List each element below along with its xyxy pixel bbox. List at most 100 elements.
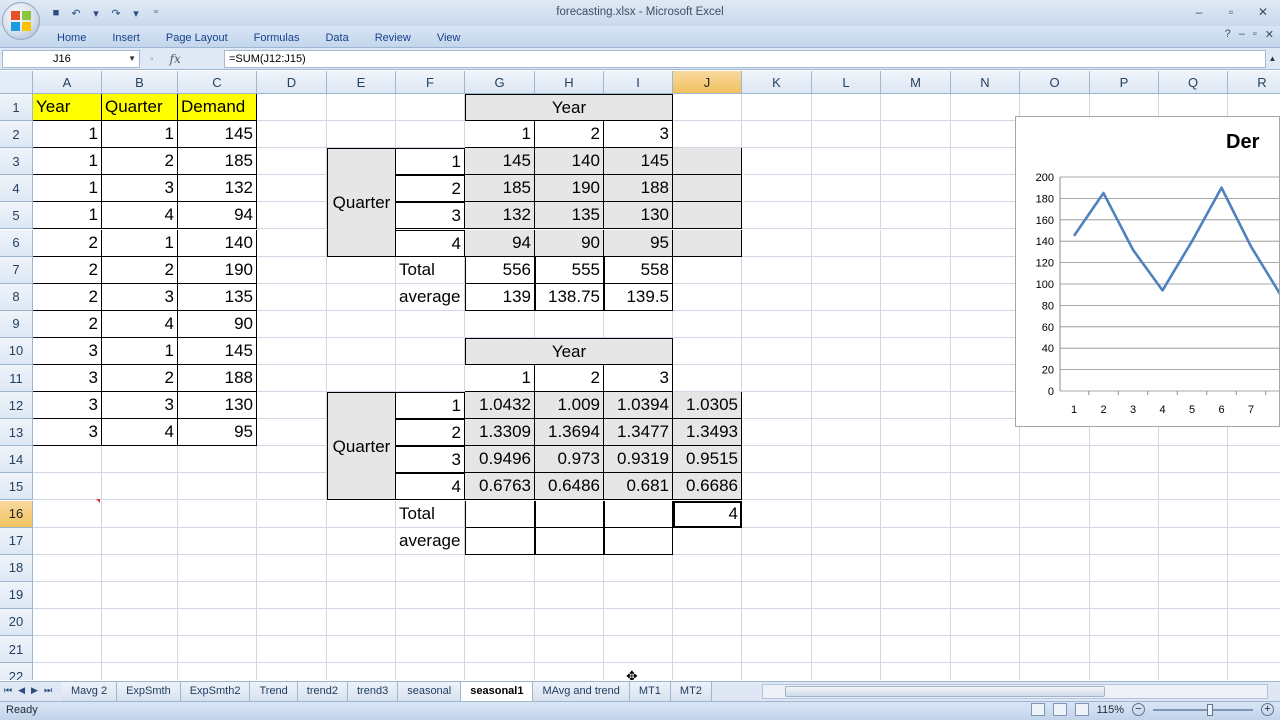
table-header-quarter[interactable]: Quarter (102, 94, 178, 122)
pivot1-empty[interactable] (673, 229, 742, 257)
grid-cell[interactable] (951, 554, 1020, 582)
grid-cell[interactable] (1090, 581, 1159, 609)
grid-cell[interactable] (102, 581, 178, 609)
grid-cell[interactable] (33, 446, 102, 474)
pivot1-year[interactable]: 2 (535, 121, 604, 149)
grid-cell[interactable] (33, 608, 102, 636)
pivot1-value[interactable]: 145 (465, 148, 535, 176)
column-header-k[interactable]: K (742, 71, 812, 94)
grid-cell[interactable] (396, 636, 465, 664)
grid-cell[interactable] (396, 554, 465, 582)
grid-cell[interactable] (396, 337, 465, 365)
grid-cell[interactable] (881, 500, 951, 528)
grid-cell[interactable] (742, 94, 812, 122)
grid-cell[interactable] (178, 527, 257, 555)
table-cell[interactable]: 1 (102, 121, 178, 149)
grid-cell[interactable] (178, 473, 257, 501)
zoom-in-icon[interactable]: + (1261, 703, 1274, 716)
grid-cell[interactable] (535, 554, 604, 582)
grid-cell[interactable] (465, 310, 535, 338)
grid-cell[interactable] (1020, 554, 1090, 582)
next-sheet-icon[interactable]: ▶ (31, 685, 38, 696)
grid-cell[interactable] (257, 175, 327, 203)
grid-cell[interactable] (812, 500, 881, 528)
grid-cell[interactable] (881, 365, 951, 393)
pivot2-total[interactable] (465, 500, 535, 528)
grid-cell[interactable] (673, 365, 742, 393)
table-cell[interactable]: 145 (178, 337, 257, 365)
grid-cell[interactable] (1090, 636, 1159, 664)
table-cell[interactable]: 2 (33, 310, 102, 338)
grid-cell[interactable] (812, 148, 881, 176)
grid-cell[interactable] (951, 473, 1020, 501)
grid-cell[interactable] (812, 283, 881, 311)
row-header-21[interactable]: 21 (0, 636, 33, 664)
expand-formula-bar-icon[interactable]: ▲ (1267, 51, 1278, 67)
demand-chart[interactable]: Der 0 20 40 60 80 100 120 140 160 180 200 1 2 3 4 5 6 7 (1015, 116, 1280, 427)
grid-cell[interactable] (257, 148, 327, 176)
sheet-tab-trend3[interactable]: trend3 (348, 682, 399, 701)
office-button[interactable] (2, 2, 40, 40)
chevron-down-icon[interactable]: ▼ (128, 51, 136, 67)
grid-cell[interactable] (951, 527, 1020, 555)
grid-cell[interactable] (812, 365, 881, 393)
grid-cell[interactable] (396, 121, 465, 149)
grid-cell[interactable] (257, 473, 327, 501)
pivot2-value[interactable]: 0.6686 (673, 473, 742, 501)
grid-cell[interactable] (327, 256, 396, 284)
grid-cell[interactable] (812, 94, 881, 122)
table-cell[interactable]: 1 (102, 337, 178, 365)
pivot2-value[interactable]: 0.9515 (673, 446, 742, 474)
grid-cell[interactable] (604, 608, 673, 636)
pivot2-quarter[interactable]: 2 (396, 419, 465, 447)
grid-cell[interactable] (327, 283, 396, 311)
pivot2-year[interactable]: 1 (465, 365, 535, 393)
column-header-b[interactable]: B (102, 71, 178, 94)
grid-cell[interactable] (1228, 582, 1280, 609)
tab-insert[interactable]: Insert (99, 30, 153, 46)
grid-cell[interactable] (1228, 663, 1280, 680)
grid-cell[interactable] (881, 148, 951, 176)
grid-cell[interactable] (465, 663, 535, 680)
table-cell[interactable]: 3 (33, 337, 102, 365)
insert-function-icon[interactable]: fx (170, 52, 181, 66)
workbook-minimize-button[interactable]: – (1239, 28, 1245, 41)
grid-cell[interactable] (742, 500, 812, 528)
grid-cell[interactable] (742, 473, 812, 501)
pivot2-value[interactable]: 0.6486 (535, 473, 604, 501)
grid-cell[interactable] (881, 473, 951, 501)
grid-cell[interactable] (673, 256, 742, 284)
grid-cell[interactable] (812, 473, 881, 501)
grid-cell[interactable] (1090, 554, 1159, 582)
grid-cell[interactable] (396, 310, 465, 338)
grid-cell[interactable] (178, 446, 257, 474)
grid-cell[interactable] (604, 581, 673, 609)
pivot2-value[interactable]: 1.3477 (604, 419, 673, 447)
grid-cell[interactable] (1020, 663, 1090, 680)
table-cell[interactable]: 3 (33, 419, 102, 447)
pivot1-year-header[interactable]: Year (465, 94, 673, 122)
row-header-18[interactable]: 18 (0, 554, 33, 582)
grid-cell[interactable] (673, 636, 742, 664)
grid-cell[interactable] (604, 554, 673, 582)
grid-cell[interactable] (257, 663, 327, 680)
grid-cell[interactable] (327, 310, 396, 338)
table-cell[interactable]: 1 (33, 148, 102, 176)
table-cell[interactable]: 2 (102, 148, 178, 176)
table-cell[interactable]: 140 (178, 229, 257, 257)
pivot1-quarter[interactable]: 2 (396, 175, 465, 203)
row-header-13[interactable]: 13 (0, 419, 33, 447)
table-cell[interactable]: 185 (178, 148, 257, 176)
row-header-1[interactable]: 1 (0, 94, 33, 122)
grid-cell[interactable] (673, 527, 742, 555)
pivot1-average[interactable]: 139.5 (604, 283, 673, 311)
zoom-level[interactable]: 115% (1097, 704, 1124, 716)
grid-cell[interactable] (535, 636, 604, 664)
grid-cell[interactable] (1090, 608, 1159, 636)
grid-cell[interactable] (257, 283, 327, 311)
column-header-c[interactable]: C (178, 71, 257, 94)
grid-cell[interactable] (178, 636, 257, 664)
row-header-3[interactable]: 3 (0, 148, 33, 176)
grid-cell[interactable] (881, 229, 951, 257)
grid-cell[interactable] (812, 446, 881, 474)
